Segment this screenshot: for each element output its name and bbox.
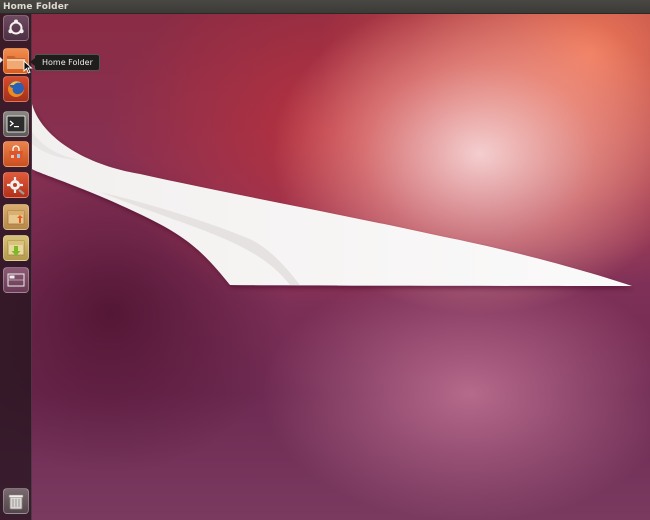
launcher-terminal-button[interactable] [3,111,29,137]
firefox-icon [8,81,24,97]
archive-upload-icon [7,210,25,225]
terminal-icon [6,115,26,133]
mouse-cursor-icon [23,60,33,74]
top-panel: Home Folder [0,0,650,14]
gear-wrench-icon [7,177,25,195]
launcher-trash-button[interactable] [3,488,29,514]
launcher-archive-upload-button[interactable] [3,204,29,230]
workspace-switcher-icon [7,273,25,287]
launcher-tooltip: Home Folder [30,54,100,71]
panel-app-title: Home Folder [3,2,69,12]
archive-download-icon [7,240,25,256]
trash-icon [8,494,24,510]
launcher-archive-download-button[interactable] [3,235,29,261]
launcher-firefox-button[interactable] [3,76,29,102]
launcher-workspace-switcher-button[interactable] [3,267,29,293]
shopping-bag-icon [9,145,23,162]
launcher-system-settings-button[interactable] [3,172,29,198]
launcher-dash-button[interactable] [3,15,29,41]
wallpaper-swoosh-shape [32,104,632,286]
desktop-wallpaper[interactable] [0,14,650,520]
launcher-software-center-button[interactable] [3,141,29,167]
ubuntu-logo-icon [8,19,24,35]
launcher [0,14,32,520]
